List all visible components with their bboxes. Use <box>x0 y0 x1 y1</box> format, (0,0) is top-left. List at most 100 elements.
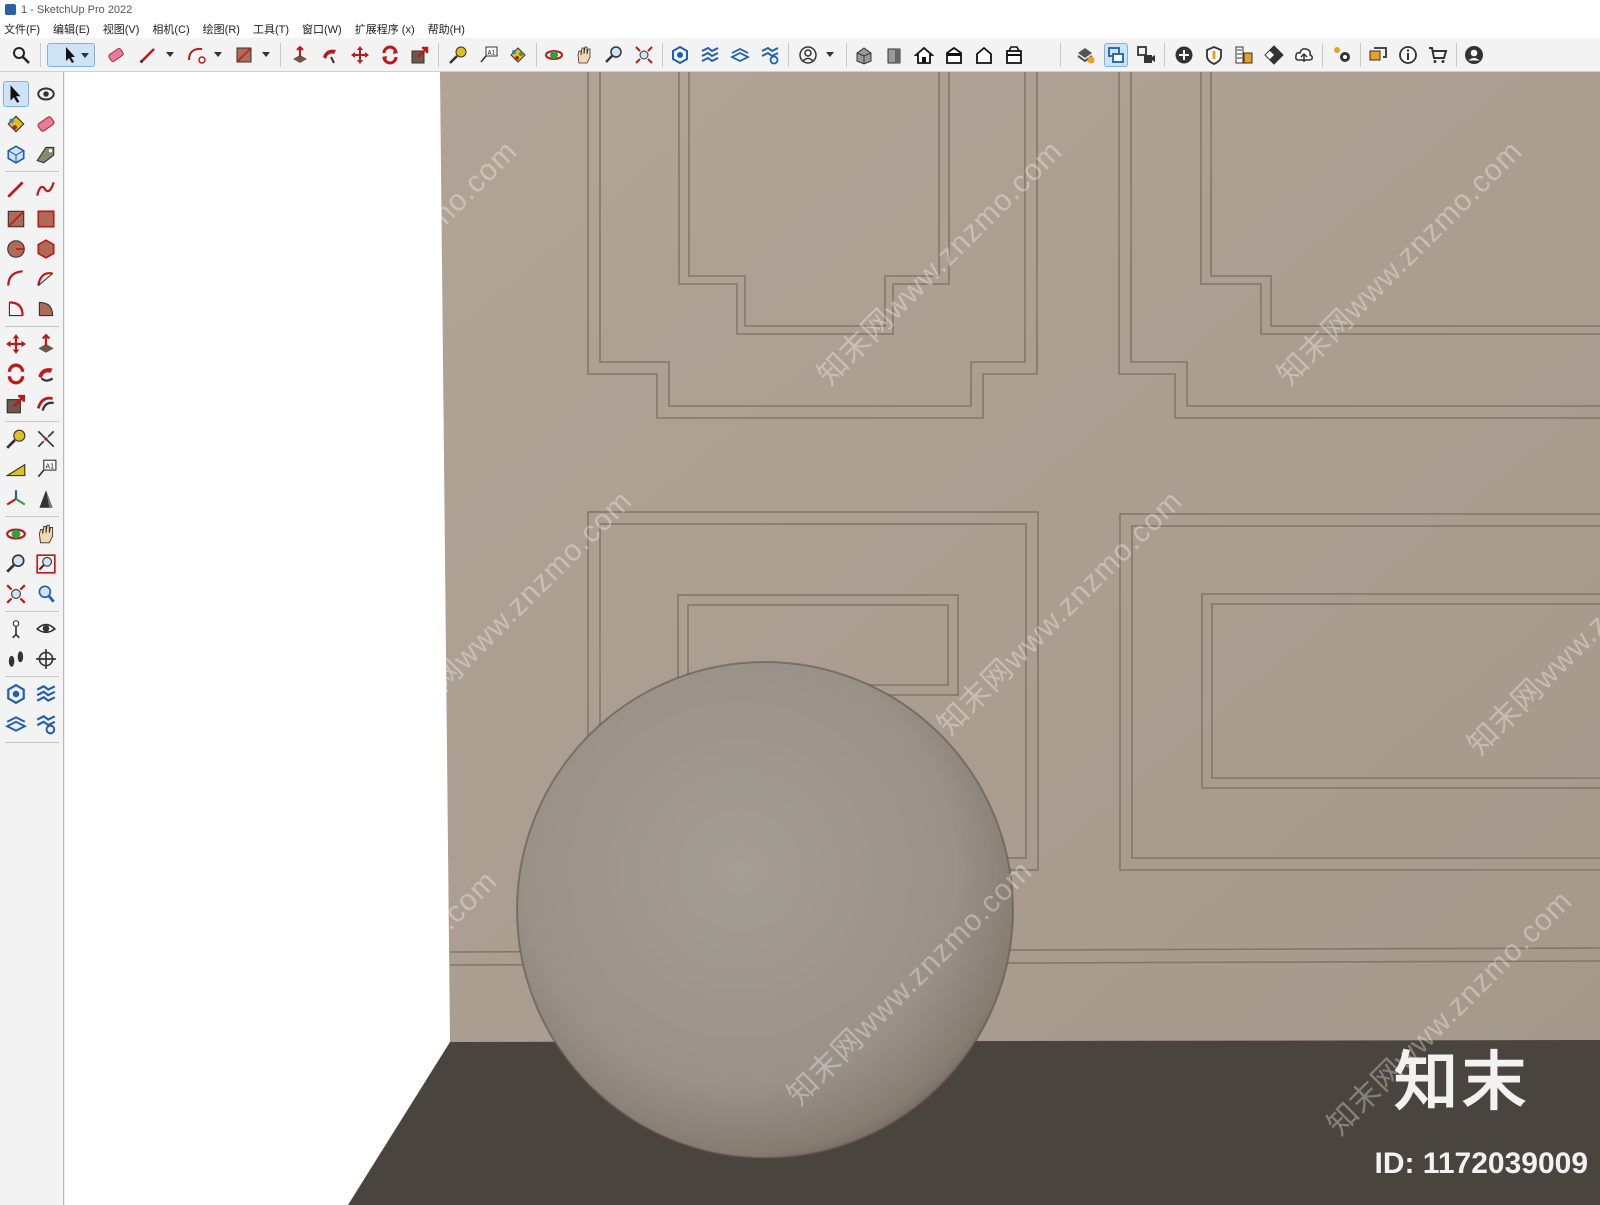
menu-file[interactable]: 文件(F) <box>4 21 40 37</box>
profile-icon[interactable] <box>796 43 820 67</box>
menu-camera[interactable]: 相机(C) <box>152 21 189 37</box>
paint-bucket-icon[interactable] <box>506 43 530 67</box>
section-plane-icon[interactable] <box>3 681 29 707</box>
menu-view[interactable]: 视图(V) <box>103 21 140 37</box>
two-point-arc-icon[interactable] <box>33 296 59 322</box>
polygon-icon[interactable] <box>33 236 59 262</box>
rectangle-icon[interactable] <box>232 43 256 67</box>
zoom-icon[interactable] <box>3 551 29 577</box>
push-pull-icon[interactable] <box>33 331 59 357</box>
push-pull-icon[interactable] <box>288 43 312 67</box>
zoom-window-icon[interactable] <box>33 551 59 577</box>
svg-text:A1: A1 <box>488 50 496 57</box>
display-section-icon[interactable] <box>758 43 782 67</box>
menu-draw[interactable]: 绘图(R) <box>203 21 240 37</box>
text-icon[interactable]: A1 <box>33 456 59 482</box>
follow-me-icon[interactable] <box>318 43 342 67</box>
dimension-icon[interactable] <box>33 426 59 452</box>
rectangle-icon[interactable] <box>3 206 29 232</box>
orbit-icon[interactable] <box>542 43 566 67</box>
arc-icon[interactable] <box>3 266 29 292</box>
rotate-icon[interactable] <box>378 43 402 67</box>
line-icon[interactable] <box>3 176 29 202</box>
offset-icon[interactable] <box>33 391 59 417</box>
orbit-icon[interactable] <box>33 81 59 107</box>
move-icon[interactable] <box>348 43 372 67</box>
menu-tools[interactable]: 工具(T) <box>253 21 289 37</box>
rotated-rectangle-icon[interactable] <box>33 206 59 232</box>
menu-extensions[interactable]: 扩展程序 (x) <box>355 21 415 37</box>
move-icon[interactable] <box>3 331 29 357</box>
menu-help[interactable]: 帮助(H) <box>428 21 465 37</box>
top-view-icon[interactable] <box>912 43 936 67</box>
window-title: 1 - SketchUp Pro 2022 <box>21 3 133 16</box>
scale-icon[interactable] <box>408 43 432 67</box>
left-view-icon[interactable] <box>1002 43 1026 67</box>
tape-measure-icon[interactable] <box>3 426 29 452</box>
rotate-icon[interactable] <box>3 361 29 387</box>
component-icon[interactable] <box>3 141 29 167</box>
paint-bucket-icon[interactable] <box>3 111 29 137</box>
settings-icon[interactable] <box>1330 43 1354 67</box>
main-toolbar: A1 <box>0 38 1600 72</box>
menu-edit[interactable]: 编辑(E) <box>53 21 90 37</box>
section-plane-icon[interactable] <box>668 43 692 67</box>
section-fill-icon[interactable] <box>728 43 752 67</box>
image-id-label: ID: 1172039009 <box>1374 1147 1588 1180</box>
zoom-extents-icon[interactable] <box>632 43 656 67</box>
display-section-icon[interactable] <box>33 711 59 737</box>
sphere-object <box>517 662 1013 1158</box>
orbit-view-icon[interactable] <box>3 521 29 547</box>
add-location-icon[interactable] <box>1172 43 1196 67</box>
freehand-icon[interactable] <box>33 176 59 202</box>
sketchup-window: 1 - SketchUp Pro 2022 文件(F) 编辑(E) 视图(V) … <box>0 0 1600 1205</box>
right-view-icon[interactable] <box>942 43 966 67</box>
zoom-extents-icon[interactable] <box>3 581 29 607</box>
select-icon[interactable] <box>3 81 29 107</box>
three-point-arc-icon[interactable] <box>33 266 59 292</box>
section-cut-icon[interactable] <box>33 681 59 707</box>
model-viewport[interactable]: 知末网www.znzmo.com 知末网www.znzmo.com 知末网www… <box>65 72 1600 1205</box>
position-camera-icon[interactable] <box>3 616 29 642</box>
follow-me-icon[interactable] <box>33 361 59 387</box>
tag-icon[interactable] <box>33 141 59 167</box>
pie-icon[interactable] <box>3 296 29 322</box>
look-around-icon[interactable] <box>33 616 59 642</box>
section-cut-icon[interactable] <box>698 43 722 67</box>
scene-icon[interactable] <box>1134 43 1158 67</box>
material-icon[interactable] <box>1232 43 1256 67</box>
iso-view-icon[interactable] <box>852 43 876 67</box>
pan-icon[interactable] <box>572 43 596 67</box>
arc-icon[interactable] <box>184 43 208 67</box>
walk-icon[interactable] <box>3 646 29 672</box>
zoom-icon[interactable] <box>602 43 626 67</box>
shield-icon[interactable] <box>1202 43 1226 67</box>
text-icon[interactable]: A1 <box>476 43 500 67</box>
account-icon[interactable] <box>1462 43 1486 67</box>
circle-icon[interactable] <box>3 236 29 262</box>
info-icon[interactable] <box>1396 43 1420 67</box>
section-icon[interactable] <box>33 646 59 672</box>
axes-icon[interactable] <box>3 486 29 512</box>
protractor-icon[interactable] <box>3 456 29 482</box>
select-icon[interactable] <box>47 43 95 67</box>
line-icon[interactable] <box>136 43 160 67</box>
eraser-icon[interactable] <box>104 43 128 67</box>
pan-icon[interactable] <box>33 521 59 547</box>
front-view-icon[interactable] <box>882 43 906 67</box>
tape-measure-icon[interactable] <box>446 43 470 67</box>
menu-window[interactable]: 窗口(W) <box>302 21 342 37</box>
section-fill-icon[interactable] <box>3 711 29 737</box>
eraser-icon[interactable] <box>33 111 59 137</box>
back-view-icon[interactable] <box>972 43 996 67</box>
tag-icon[interactable] <box>1104 43 1128 67</box>
comments-icon[interactable] <box>1366 43 1390 67</box>
upload-icon[interactable] <box>1292 43 1316 67</box>
search-icon[interactable] <box>9 43 33 67</box>
checker-icon[interactable] <box>1262 43 1286 67</box>
scale-icon[interactable] <box>3 391 29 417</box>
3d-text-icon[interactable] <box>33 486 59 512</box>
cart-icon[interactable] <box>1426 43 1450 67</box>
style-builder-icon[interactable] <box>1074 43 1098 67</box>
previous-view-icon[interactable] <box>33 581 59 607</box>
